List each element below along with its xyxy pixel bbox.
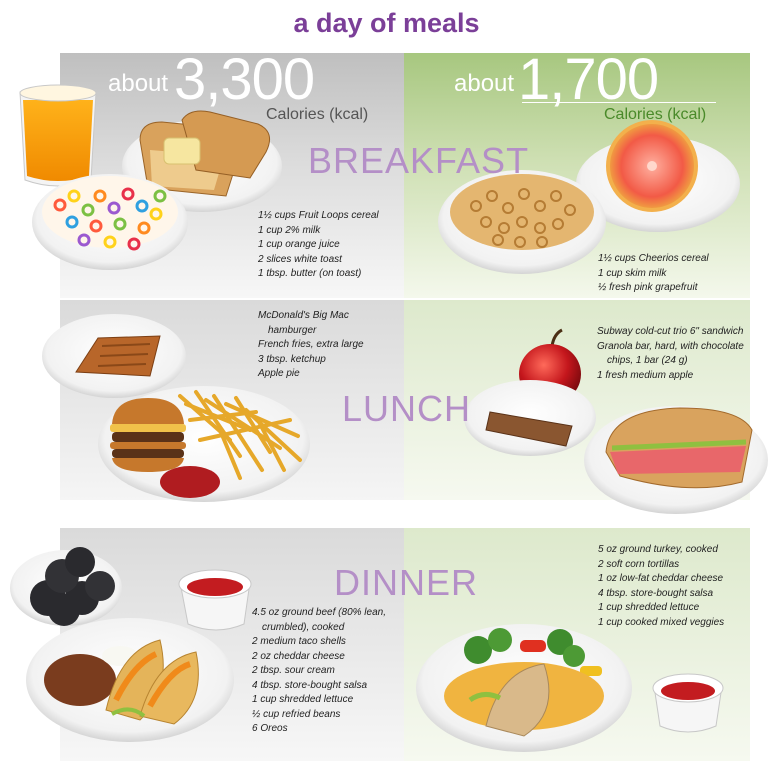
list-item: 4 tbsp. store-bought salsa	[252, 679, 368, 691]
list-item: 1½ cups Fruit Loops cereal	[258, 210, 379, 221]
low-calorie-about: about	[454, 70, 515, 97]
list-item: 3 tbsp. ketchup	[258, 353, 326, 365]
breakfast-high-list: 1½ cups Fruit Loops cereal 1 cup 2% milk…	[258, 209, 379, 282]
sandwich-plate	[584, 406, 768, 514]
list-item: 1 cup shredded lettuce	[252, 694, 354, 705]
list-item: ½ cup refried beans	[252, 708, 341, 720]
oreos-plate	[10, 547, 122, 626]
list-item: Subway cold-cut trio 6" sandwich	[597, 326, 744, 337]
list-item: 2 tbsp. sour cream	[252, 665, 335, 676]
cheerios-bowl	[438, 170, 606, 274]
taco-plate-high	[26, 618, 234, 742]
granola-bar-plate	[464, 380, 596, 456]
meal-label-dinner: DINNER	[334, 562, 479, 603]
dinner-low-list: 5 oz ground turkey, cooked 2 soft corn t…	[598, 543, 724, 630]
list-item: ½ fresh pink grapefruit	[598, 282, 698, 293]
list-item: McDonald's Big Mac	[258, 310, 349, 321]
list-item: 6 Oreos	[252, 723, 288, 734]
apple-pie-plate	[42, 314, 186, 398]
list-item: 5 oz ground turkey, cooked	[598, 544, 718, 555]
list-item: French fries, extra large	[258, 339, 364, 350]
list-item: 1 cup orange juice	[258, 239, 340, 250]
list-item: chips, 1 bar (24 g)	[607, 355, 688, 366]
meal-label-lunch: LUNCH	[342, 388, 472, 429]
low-calorie-unit: Calories (kcal)	[604, 106, 707, 123]
orange-juice-glass	[19, 84, 97, 187]
high-calorie-unit: Calories (kcal)	[266, 106, 369, 123]
list-item: 1½ cups Cheerios cereal	[598, 253, 709, 264]
list-item: 2 slices white toast	[258, 253, 342, 265]
header-underline	[522, 102, 716, 103]
list-item: 4.5 oz ground beef (80% lean,	[252, 607, 386, 618]
list-item: crumbled), cooked	[262, 621, 345, 633]
veggie-taco-plate	[416, 624, 632, 752]
list-item: 2 oz cheddar cheese	[252, 650, 345, 662]
list-item: Granola bar, hard, with chocolate	[597, 340, 744, 352]
page-title: a day of meals	[293, 8, 480, 38]
high-calorie-total: 3,300	[174, 47, 315, 112]
lunch-high-list: McDonald's Big Mac hamburger French frie…	[258, 309, 364, 382]
meal-label-breakfast: BREAKFAST	[308, 140, 530, 181]
list-item: hamburger	[268, 324, 317, 336]
list-item: 4 tbsp. store-bought salsa	[598, 587, 714, 599]
list-item: 1 tbsp. butter (on toast)	[258, 268, 362, 279]
list-item: 2 soft corn tortillas	[598, 558, 680, 570]
list-item: 1 cup shredded lettuce	[598, 602, 700, 613]
list-item: 1 cup cooked mixed veggies	[598, 616, 725, 628]
fruit-loops-bowl	[32, 174, 188, 270]
high-calorie-about: about	[108, 70, 169, 97]
list-item: 1 cup skim milk	[598, 267, 667, 279]
salsa-cup-low	[652, 673, 724, 733]
lunch-low-list: Subway cold-cut trio 6" sandwich Granola…	[597, 325, 744, 383]
list-item: 2 medium taco shells	[252, 636, 346, 647]
burger	[110, 398, 186, 472]
list-item: 1 cup 2% milk	[258, 224, 321, 236]
dinner-high-list: 4.5 oz ground beef (80% lean, crumbled),…	[252, 606, 386, 737]
big-mac-fries-plate	[98, 386, 310, 502]
list-item: Apple pie	[258, 368, 300, 379]
list-item: 1 fresh medium apple	[597, 369, 694, 381]
salsa-cup-high	[178, 569, 252, 631]
list-item: 1 oz low-fat cheddar cheese	[598, 573, 724, 584]
breakfast-low-list: 1½ cups Cheerios cereal 1 cup skim milk …	[598, 252, 709, 296]
